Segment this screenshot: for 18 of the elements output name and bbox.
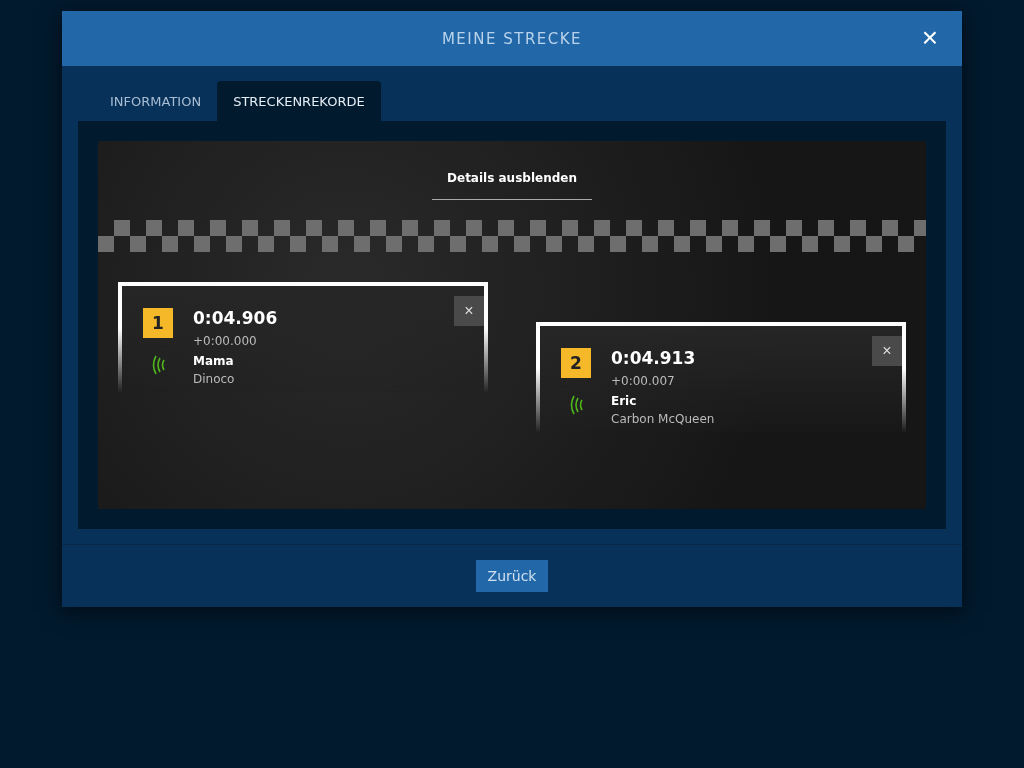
car-name: Carbon McQueen bbox=[611, 412, 715, 426]
car-name: Dinoco bbox=[193, 372, 236, 386]
dialog-title: MEINE STRECKE bbox=[441, 29, 583, 48]
time-gap: +0:00.007 bbox=[611, 374, 676, 388]
remove-button[interactable]: × bbox=[872, 336, 902, 366]
back-button[interactable]: Zurück bbox=[475, 560, 549, 592]
remove-button[interactable]: × bbox=[454, 296, 484, 326]
tab[interactable]: STRECKENREKORDE bbox=[217, 81, 381, 121]
time-gap: +0:00.000 bbox=[193, 334, 258, 348]
driver-name: Eric bbox=[611, 394, 638, 408]
rank-badge: 1 bbox=[143, 308, 173, 338]
close-button[interactable]: × bbox=[917, 24, 942, 52]
lap-time: 0:04.913 bbox=[611, 348, 697, 368]
driver-name: Mama bbox=[193, 354, 235, 368]
tab[interactable]: INFORMATION bbox=[94, 81, 218, 121]
details-toggle-link[interactable]: Details ausblenden bbox=[432, 171, 592, 200]
lap-time: 0:04.906 bbox=[193, 308, 278, 328]
rank-badge: 2 bbox=[561, 348, 591, 378]
